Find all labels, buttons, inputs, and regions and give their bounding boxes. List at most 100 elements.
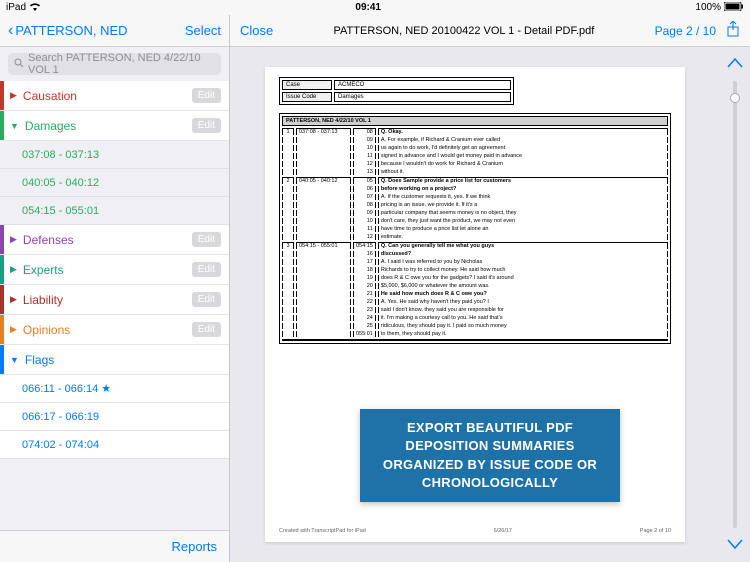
banner-line1: EXPORT BEAUTIFUL PDF DEPOSITION SUMMARIE…: [382, 419, 598, 455]
range-item[interactable]: 037:08 - 037:13: [0, 141, 229, 169]
meta-table: CaseACMECO Issue CodeDamages: [279, 77, 514, 105]
meta-value: ACMECO: [334, 80, 511, 90]
close-button[interactable]: Close: [240, 23, 273, 38]
edit-button[interactable]: Edit: [192, 118, 221, 133]
range-item[interactable]: 054:15 - 055:01: [0, 197, 229, 225]
page-indicator[interactable]: Page 2 / 10: [655, 24, 716, 38]
content-area: Close PATTERSON, NED 20100422 VOL 1 - De…: [230, 15, 750, 562]
depo-line: 12estimate.: [282, 234, 668, 240]
wifi-icon: [29, 2, 41, 14]
flag-label: 066:11 - 066:14 ★: [22, 382, 111, 395]
meta-key: Issue Code: [282, 92, 332, 102]
back-label: PATTERSON, NED: [15, 23, 127, 38]
document-title: PATTERSON, NED 20100422 VOL 1 - Detail P…: [334, 25, 595, 37]
chevron-up-icon[interactable]: [727, 55, 743, 73]
depo-line: 21He said how much does R & C owe you?: [282, 291, 668, 297]
status-bar: iPad 09:41 100%: [0, 0, 750, 15]
edit-button[interactable]: Edit: [192, 232, 221, 247]
issue-label: Liability: [23, 293, 192, 307]
depo-line: 1037:08 - 037:1308Q. Okay.: [282, 128, 668, 135]
depo-line: 20$5,000, $6,000 or whatever the amount …: [282, 283, 668, 289]
depo-line: 3054:15 - 055:01054:15Q. Can you general…: [282, 242, 668, 249]
depo-line: 16discussed?: [282, 251, 668, 257]
depo-line: 23said I don't know, they said you are r…: [282, 307, 668, 313]
depo-line: 09particular company that seems money is…: [282, 210, 668, 216]
edit-button[interactable]: Edit: [192, 88, 221, 103]
depo-title: PATTERSON, NED 4/22/10 VOL 1: [282, 116, 668, 126]
footer-date: 6/26/17: [494, 528, 512, 534]
meta-key: Case: [282, 80, 332, 90]
color-marker: [0, 225, 4, 254]
search-placeholder: Search PATTERSON, NED 4/22/10 VOL 1: [28, 52, 215, 76]
edit-button[interactable]: Edit: [192, 292, 221, 307]
footer-credit: Created with TranscriptPad for iPad: [279, 528, 366, 534]
triangle-down-icon: ▼: [10, 121, 19, 131]
depo-line: 17A. I said I was referred to you by Nic…: [282, 259, 668, 265]
scroll-track[interactable]: [733, 81, 737, 528]
issue-label: Experts: [23, 263, 192, 277]
triangle-down-icon: ▼: [10, 355, 19, 365]
depo-line: 08pricing is an issue, we provide it. If…: [282, 202, 668, 208]
flag-item[interactable]: 066:17 - 066:19: [0, 403, 229, 431]
chevron-left-icon: ‹: [8, 22, 13, 40]
depo-line: 10us again to do work, I'd definitely ge…: [282, 145, 668, 151]
promo-banner: EXPORT BEAUTIFUL PDF DEPOSITION SUMMARIE…: [360, 409, 620, 502]
sidebar-header: ‹ PATTERSON, NED Select: [0, 15, 229, 47]
depo-line: 10don't care, they just want the product…: [282, 218, 668, 224]
reports-button[interactable]: Reports: [171, 539, 217, 554]
edit-button[interactable]: Edit: [192, 262, 221, 277]
select-button[interactable]: Select: [185, 23, 221, 38]
search-icon: [14, 58, 24, 71]
issue-label: Flags: [25, 353, 221, 367]
battery-icon: [724, 2, 744, 14]
battery-pct: 100%: [695, 2, 721, 13]
color-marker: [0, 81, 4, 110]
issue-opinions[interactable]: ▶ Opinions Edit: [0, 315, 229, 345]
triangle-right-icon: ▶: [10, 234, 17, 245]
depo-line: 18Richards to try to collect money. He s…: [282, 267, 668, 273]
share-icon[interactable]: [726, 21, 740, 40]
issue-defenses[interactable]: ▶ Defenses Edit: [0, 225, 229, 255]
depo-line: 07A. If the customer requests it, yes. I…: [282, 194, 668, 200]
banner-line2: ORGANIZED BY ISSUE CODE OR CHRONOLOGICAL…: [382, 456, 598, 492]
flag-item[interactable]: 066:11 - 066:14 ★: [0, 375, 229, 403]
flag-item[interactable]: 074:02 - 074:04: [0, 431, 229, 459]
page-scroll-control: [720, 47, 750, 562]
issue-label: Opinions: [23, 323, 192, 337]
triangle-right-icon: ▶: [10, 294, 17, 305]
pdf-footer: Created with TranscriptPad for iPad 6/26…: [279, 528, 671, 534]
back-button[interactable]: ‹ PATTERSON, NED: [8, 22, 128, 40]
depo-line: 11have time to produce a price list let …: [282, 226, 668, 232]
issue-experts[interactable]: ▶ Experts Edit: [0, 255, 229, 285]
depo-line: 11signed in advance and I would get mone…: [282, 153, 668, 159]
chevron-down-icon[interactable]: [727, 536, 743, 554]
color-marker: [0, 255, 4, 284]
search-input[interactable]: Search PATTERSON, NED 4/22/10 VOL 1: [8, 53, 221, 75]
depo-line: 055:01to them, they should pay it.: [282, 331, 668, 337]
triangle-right-icon: ▶: [10, 90, 17, 101]
depo-line: 25ridiculous, they should pay it. I paid…: [282, 323, 668, 329]
issue-label: Defenses: [23, 233, 192, 247]
depo-line: 24it. I'm making a courtesy call to you.…: [282, 315, 668, 321]
issue-label: Causation: [23, 89, 192, 103]
depo-line: 09A. For example, if Richard & Cranium e…: [282, 137, 668, 143]
issue-label: Damages: [25, 119, 192, 133]
color-marker: [0, 345, 4, 374]
carrier-label: iPad: [6, 2, 26, 13]
color-marker: [0, 111, 4, 140]
deposition-table: PATTERSON, NED 4/22/10 VOL 1 1037:08 - 0…: [279, 113, 671, 344]
sidebar: ‹ PATTERSON, NED Select Search PATTERSON…: [0, 15, 230, 562]
depo-line: 13without it.: [282, 169, 668, 175]
issue-liability[interactable]: ▶ Liability Edit: [0, 285, 229, 315]
meta-value: Damages: [334, 92, 511, 102]
color-marker: [0, 315, 4, 344]
depo-line: 19does R & C owe you for the gadgets? I …: [282, 275, 668, 281]
issue-flags[interactable]: ▼ Flags: [0, 345, 229, 375]
issue-damages[interactable]: ▼ Damages Edit: [0, 111, 229, 141]
range-item[interactable]: 040:05 - 040:12: [0, 169, 229, 197]
depo-line: 2040:05 - 040:1205Q. Does Sample provide…: [282, 177, 668, 184]
triangle-right-icon: ▶: [10, 324, 17, 335]
scroll-thumb[interactable]: [730, 93, 740, 103]
issue-causation[interactable]: ▶ Causation Edit: [0, 81, 229, 111]
edit-button[interactable]: Edit: [192, 322, 221, 337]
